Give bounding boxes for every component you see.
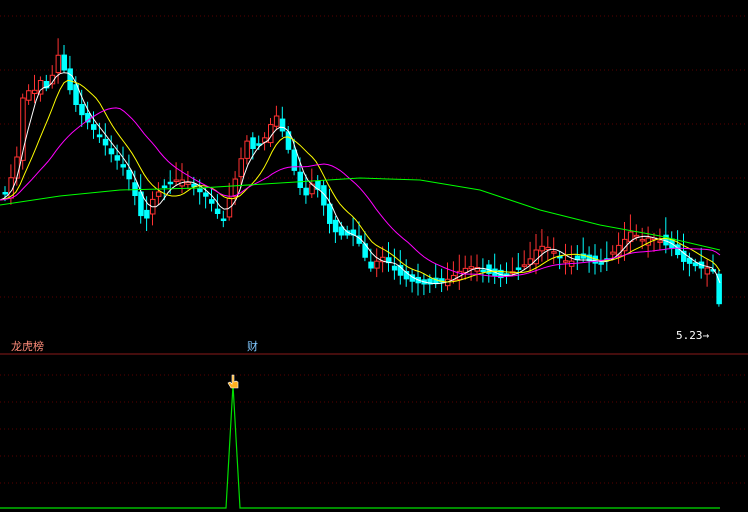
finance-marker[interactable]: 财 <box>247 340 258 353</box>
last-price-label: 5.23→ <box>676 329 709 342</box>
longhubang-marker[interactable]: 龙虎榜 <box>11 340 44 353</box>
chart-window: 龙虎榜 财 5.23→ <box>0 0 748 512</box>
hand-pointer-icon <box>227 374 239 389</box>
hand-shape <box>227 374 239 389</box>
indicator-chart <box>0 374 748 509</box>
arrow-icon: → <box>702 329 710 342</box>
indicator-line <box>0 384 720 509</box>
price-value: 5.23 <box>676 329 703 342</box>
